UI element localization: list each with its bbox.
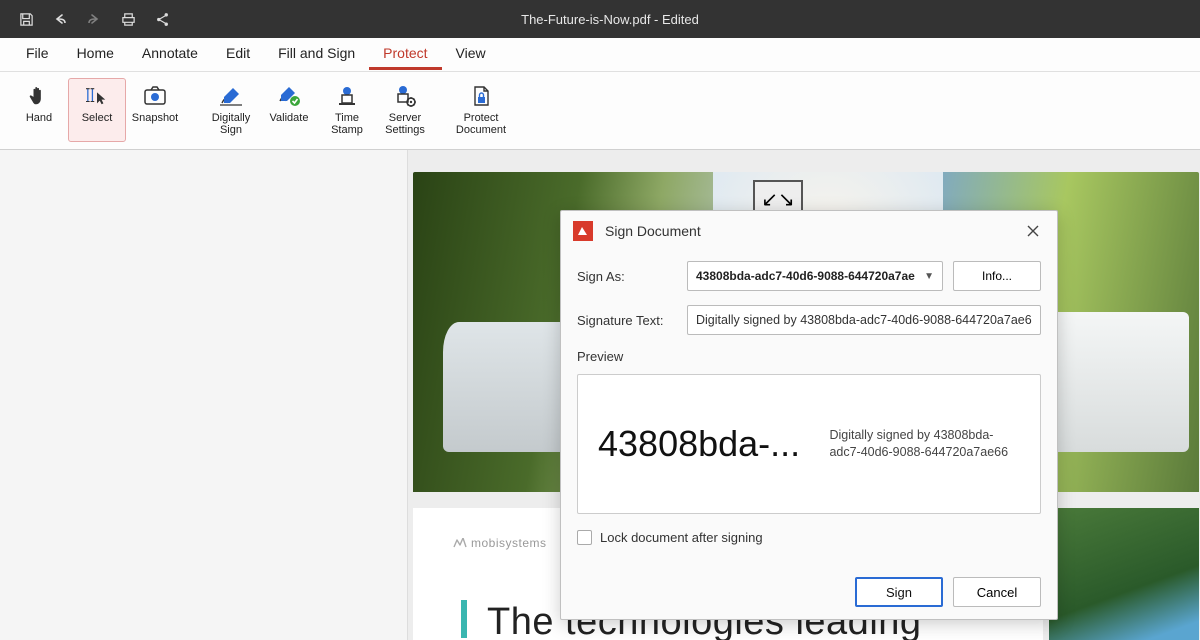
ribbon-validate[interactable]: Validate [260, 78, 318, 142]
chevron-down-icon: ▼ [924, 271, 934, 282]
signature-preview: 43808bda-... Digitally signed by 43808bd… [577, 374, 1041, 514]
tab-home[interactable]: Home [63, 39, 128, 70]
tab-file[interactable]: File [12, 39, 63, 70]
ribbon-protect-document[interactable]: Protect Document [452, 78, 510, 142]
sign-as-value: 43808bda-adc7-40d6-9088-644720a7ae [696, 269, 915, 283]
tab-protect[interactable]: Protect [369, 39, 441, 70]
ribbon-digitally-sign-label: Digitally Sign [205, 109, 257, 137]
ribbon-digitally-sign[interactable]: Digitally Sign [202, 78, 260, 142]
ribbon-hand-label: Hand [13, 109, 65, 137]
menu-bar: File Home Annotate Edit Fill and Sign Pr… [0, 38, 1200, 72]
digitally-sign-icon [205, 83, 257, 109]
ribbon-validate-label: Validate [263, 109, 315, 137]
signature-text-label: Signature Text: [577, 313, 677, 328]
sign-as-dropdown[interactable]: 43808bda-adc7-40d6-9088-644720a7ae ▼ [687, 261, 943, 291]
tab-fill-sign[interactable]: Fill and Sign [264, 39, 369, 70]
preview-detail: Digitally signed by 43808bda-adc7-40d6-9… [817, 427, 1020, 461]
cancel-button[interactable]: Cancel [953, 577, 1041, 607]
preview-name: 43808bda-... [598, 423, 817, 465]
ribbon-server-settings-label: Server Settings [379, 109, 431, 137]
lock-checkbox[interactable] [577, 530, 592, 545]
app-icon [573, 221, 593, 241]
lock-label: Lock document after signing [600, 530, 763, 545]
ribbon-protect-document-label: Protect Document [455, 109, 507, 137]
print-icon[interactable] [120, 11, 136, 27]
hand-icon [13, 83, 65, 109]
sign-as-label: Sign As: [577, 269, 677, 284]
ribbon-select[interactable]: Select [68, 78, 126, 142]
validate-icon [263, 83, 315, 109]
tab-edit[interactable]: Edit [212, 39, 264, 70]
tab-annotate[interactable]: Annotate [128, 39, 212, 70]
ribbon-hand[interactable]: Hand [10, 78, 68, 142]
dialog-header: Sign Document [561, 211, 1057, 251]
sidebar-panel [0, 150, 408, 640]
title-bar: The-Future-is-Now.pdf - Edited [0, 0, 1200, 38]
signature-text-input[interactable] [687, 305, 1041, 335]
close-icon[interactable] [1021, 219, 1045, 243]
ribbon-snapshot[interactable]: Snapshot [126, 78, 184, 142]
document-side-image [1049, 508, 1199, 640]
save-icon[interactable] [18, 11, 34, 27]
window-title: The-Future-is-Now.pdf - Edited [170, 12, 1050, 27]
snapshot-icon [129, 83, 181, 109]
preview-label: Preview [577, 349, 1041, 364]
server-settings-icon [379, 83, 431, 109]
share-icon[interactable] [154, 11, 170, 27]
ribbon-time-stamp-label: Time Stamp [321, 109, 373, 137]
undo-icon[interactable] [52, 11, 68, 27]
sign-document-dialog: Sign Document Sign As: 43808bda-adc7-40d… [560, 210, 1058, 620]
headline-accent [461, 600, 467, 638]
ribbon-select-label: Select [71, 109, 123, 137]
ribbon-server-settings[interactable]: Server Settings [376, 78, 434, 142]
brand-logo: mobisystems [453, 536, 547, 550]
info-button[interactable]: Info... [953, 261, 1041, 291]
ribbon: Hand Select Snapshot Digitally Sign Vali… [0, 72, 1200, 150]
dialog-title: Sign Document [605, 223, 1021, 239]
brand-text: mobisystems [471, 536, 547, 550]
time-stamp-icon [321, 83, 373, 109]
select-icon [71, 83, 123, 109]
tab-view[interactable]: View [442, 39, 500, 70]
redo-icon[interactable] [86, 11, 102, 27]
protect-document-icon [455, 83, 507, 109]
ribbon-time-stamp[interactable]: Time Stamp [318, 78, 376, 142]
dialog-footer: Sign Cancel [561, 565, 1057, 619]
sign-button[interactable]: Sign [855, 577, 943, 607]
ribbon-snapshot-label: Snapshot [129, 109, 181, 137]
